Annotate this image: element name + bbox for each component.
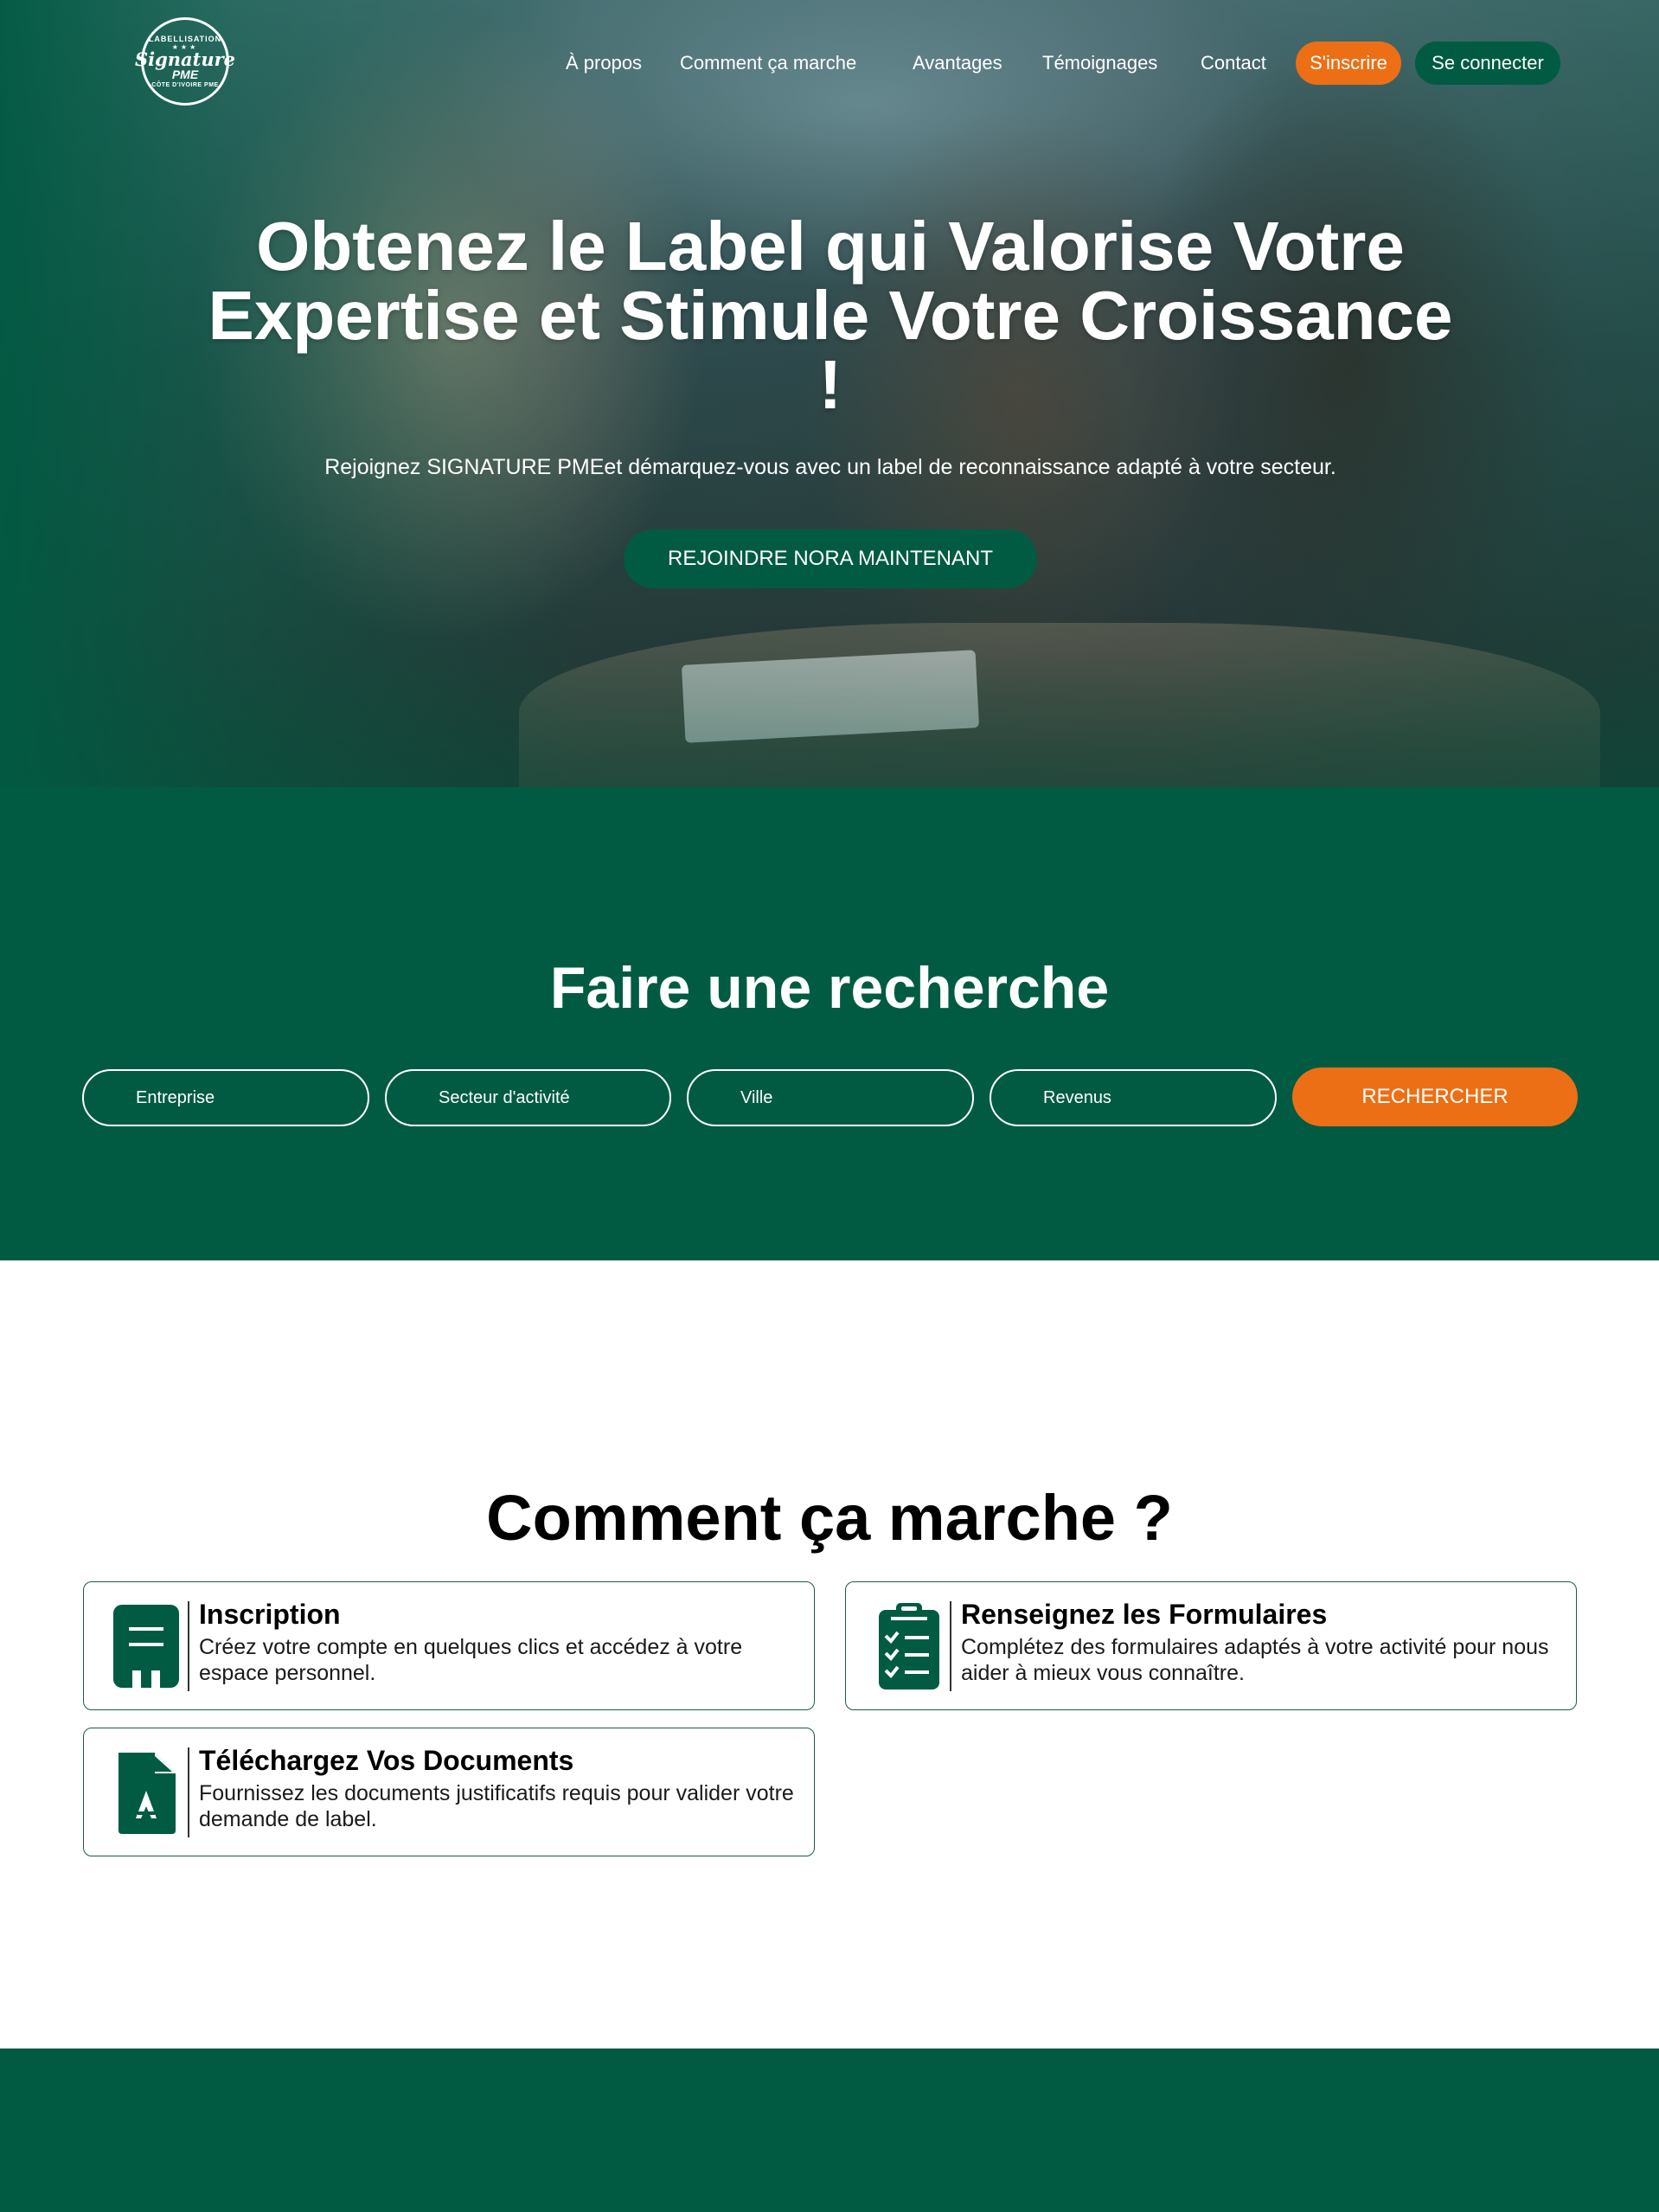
city-field[interactable]: Ville — [687, 1069, 974, 1126]
logo-bottom-text: CÔTE D'IVOIRE PME — [151, 82, 219, 88]
hero-title: Obtenez le Label qui Valorise Votre Expe… — [208, 208, 1453, 423]
step-title: Inscription — [199, 1599, 341, 1630]
nav-item-a-propos[interactable]: À propos — [566, 42, 642, 84]
pdf-file-icon — [118, 1753, 176, 1834]
nav-item-temoignages[interactable]: Témoignages — [1042, 42, 1157, 84]
hero-bottom-fade — [0, 649, 1659, 787]
clipboard-checklist-icon — [879, 1603, 939, 1689]
join-now-button[interactable]: REJOINDRE NORA MAINTENANT — [624, 529, 1037, 588]
revenue-field[interactable]: Revenus — [990, 1069, 1277, 1126]
card-divider — [950, 1601, 951, 1691]
login-button[interactable]: Se connecter — [1415, 42, 1560, 85]
sector-field[interactable]: Secteur d'activité — [385, 1069, 671, 1126]
card-divider — [188, 1601, 189, 1691]
step-description: Fournissez les documents justificatifs r… — [199, 1781, 794, 1831]
how-it-works-title: Comment ça marche ? — [486, 1482, 1173, 1554]
search-section: Faire une recherche Entreprise Secteur d… — [0, 787, 1659, 1260]
card-divider — [188, 1747, 189, 1837]
logo-script-text: Signature — [134, 48, 236, 70]
nav-item-avantages[interactable]: Avantages — [913, 42, 1002, 84]
footer-band — [0, 2049, 1659, 2212]
hero-section: LABELLISATION ★★★ Signature PME CÔTE D'I… — [0, 0, 1659, 787]
company-field[interactable]: Entreprise — [82, 1069, 369, 1126]
document-icon — [113, 1605, 179, 1689]
logo-pme-text: PME — [171, 67, 199, 81]
step-title: Téléchargez Vos Documents — [199, 1745, 574, 1776]
site-logo[interactable]: LABELLISATION ★★★ Signature PME CÔTE D'I… — [135, 17, 235, 106]
hero-subtitle: Rejoignez SIGNATURE PMEet démarquez-vous… — [324, 455, 1336, 479]
signup-button[interactable]: S'inscrire — [1296, 42, 1401, 85]
step-description: Créez votre compte en quelques clics et … — [199, 1635, 743, 1685]
step-card-documents: Téléchargez Vos Documents Fournissez les… — [83, 1728, 815, 1856]
search-button[interactable]: RECHERCHER — [1292, 1068, 1578, 1126]
step-title: Renseignez les Formulaires — [961, 1599, 1328, 1630]
logo-top-text: LABELLISATION — [148, 35, 222, 43]
nav-item-comment-ca-marche[interactable]: Comment ça marche — [680, 42, 856, 84]
search-title: Faire une recherche — [549, 955, 1110, 1021]
step-card-inscription: Inscription Créez votre compte en quelqu… — [83, 1581, 815, 1710]
nav-item-contact[interactable]: Contact — [1201, 42, 1266, 84]
step-description: Complétez des formulaires adaptés à votr… — [961, 1635, 1549, 1685]
step-card-formulaires: Renseignez les Formulaires Complétez des… — [845, 1581, 1577, 1710]
